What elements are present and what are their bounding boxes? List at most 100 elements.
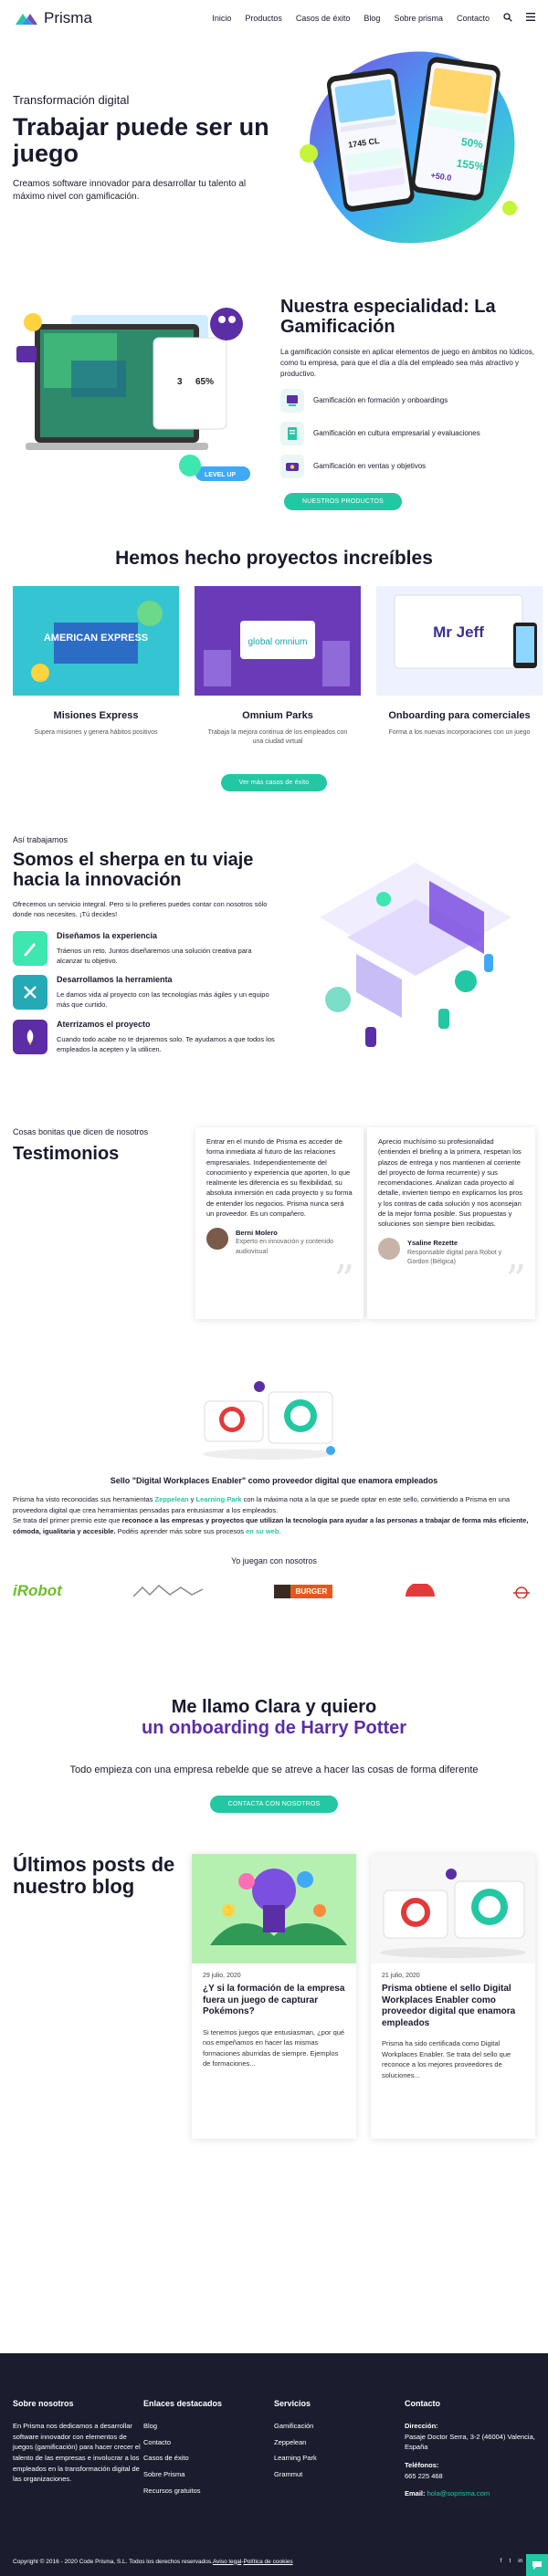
footer-link[interactable]: Grammut (274, 2469, 405, 2480)
seal-text-part: Se trata del primer premio este que (13, 1516, 122, 1525)
pokemon-illustration (192, 1854, 356, 1963)
footer-link[interactable]: Gamificación (274, 2421, 405, 2432)
footer-link[interactable]: Zeppelean (274, 2437, 405, 2448)
search-icon[interactable] (503, 12, 512, 25)
author-role: Experto en innovación y contenido audiov… (236, 1239, 334, 1255)
testimonial-text: Aprecio muchísimo su profesionalidad (en… (378, 1137, 523, 1228)
chat-icon (532, 2561, 542, 2570)
hero-phones-illustration: 1745 CL 50% 155% +50.0 (300, 51, 517, 244)
phone-label: Teléfonos: (405, 2460, 439, 2469)
step-text: Cuando todo acabe no te dejaremos solo. … (57, 1034, 275, 1053)
laptop-game-illustration: 3 65% LEVEL UP (16, 308, 250, 481)
sales-icon (280, 454, 304, 478)
footer-col-contact: Contacto Dirección: Pasaje Doctor Serra,… (405, 2399, 535, 2501)
menu-icon[interactable] (526, 13, 535, 24)
project-cards: AMERICAN EXPRESS Misiones Express Supera… (0, 586, 548, 747)
main-nav: Inicio Productos Casos de éxito Blog Sob… (212, 12, 535, 25)
twitter-icon[interactable]: t (509, 2558, 511, 2565)
zeppelean-link[interactable]: Zeppelean (154, 1495, 188, 1503)
sherpa-step: Aterrizamos el proyecto Cuando todo acab… (13, 1019, 278, 1055)
site-footer: Sobre nosotros En Prisma nos dedicamos a… (0, 2353, 548, 2576)
level-up-banner: LEVEL UP (205, 472, 236, 478)
project-card[interactable]: AMERICAN EXPRESS Misiones Express Supera… (13, 586, 179, 747)
rocket-icon (13, 1019, 47, 1054)
legal-link[interactable]: Aviso legal (213, 2559, 241, 2565)
post-title[interactable]: ¿Y si la formación de la empresa fuera u… (203, 1984, 345, 2018)
footer-link[interactable]: Blog (143, 2421, 274, 2432)
nav-item-sobre[interactable]: Sobre prisma (394, 14, 443, 23)
clients-section: Yo juegan con nosotros iRobot BURGER (0, 1556, 548, 1644)
nav-item-productos[interactable]: Productos (245, 14, 282, 23)
seal-web-link[interactable]: en su web (246, 1527, 279, 1535)
post-title[interactable]: Prisma obtiene el sello Digital Workplac… (382, 1984, 524, 2029)
testimonials-heading: Cosas bonitas que dicen de nosotros Test… (13, 1127, 186, 1165)
project-card[interactable]: Mr Jeff Onboarding para comerciales Form… (376, 586, 543, 747)
footer-col-title: Contacto (405, 2399, 440, 2408)
nav-item-inicio[interactable]: Inicio (212, 14, 231, 23)
art-number-1: 3 (177, 377, 183, 387)
learning-park-link[interactable]: Learning Park (196, 1495, 242, 1503)
project-desc: Trabaja la mejora continua de los emplea… (207, 729, 348, 746)
post-body: 21 julio, 2020 Prisma obtiene el sello D… (371, 1963, 535, 2090)
sherpa-text: Así trabajamos Somos el sherpa en tu via… (13, 835, 278, 1063)
testimonial-card: Entrar en el mundo de Prisma es acceder … (195, 1127, 364, 1319)
tools-icon (13, 975, 47, 1010)
gamification-item: Gamificación en formación y onboardings (280, 388, 536, 413)
testimonial-text: Entrar en el mundo de Prisma es acceder … (206, 1137, 353, 1218)
logo[interactable]: Prisma (13, 8, 92, 28)
seal-text-part: Prisma ha visto reconocidas sus herramie… (13, 1495, 155, 1503)
omnium-logo-text: global omnium (248, 637, 307, 647)
logo-icon (16, 14, 37, 25)
gamification-text: Nuestra especialidad: La Gamificación La… (280, 297, 536, 510)
project-card[interactable]: global omnium Omnium Parks Trabaja la me… (195, 586, 361, 747)
facebook-icon[interactable]: f (501, 2558, 502, 2565)
more-cases-button[interactable]: Ver más casos de éxito (220, 774, 328, 792)
mrjeff-logo-text: Mr Jeff (433, 623, 484, 641)
footer-link[interactable]: Sobre Prisma (143, 2469, 274, 2480)
client-logo-2 (132, 1584, 204, 1597)
testimonials-kicker: Cosas bonitas que dicen de nosotros (13, 1127, 149, 1136)
footer-link[interactable]: Recursos gratuitos (143, 2486, 274, 2497)
linkedin-icon[interactable]: in (518, 2558, 522, 2565)
avatar (206, 1228, 228, 1250)
hero-title: Trabajar puede ser un juego (13, 113, 269, 168)
sherpa-title: Somos el sherpa en tu viaje hacia la inn… (13, 850, 254, 890)
email-link[interactable]: hola@soprisma.com (427, 2489, 490, 2497)
testimonial-author: Ysaline Rezette Responsable digital para… (378, 1238, 524, 1267)
nav-item-blog[interactable]: Blog (364, 14, 380, 23)
blog-post[interactable]: 29 julio, 2020 ¿Y si la formación de la … (192, 1854, 356, 2139)
sherpa-step: Diseñamos la experiencia Tráenos un reto… (13, 930, 278, 967)
clara-section: Me llamo Clara y quiero un onboarding de… (0, 1679, 548, 1852)
seal-text-part: Podéis aprender más sobre sus procesos (115, 1526, 247, 1535)
footer-col-title: Sobre nosotros (13, 2399, 74, 2408)
hero-section: Transformación digital Trabajar puede se… (0, 37, 548, 260)
chat-button[interactable] (526, 2554, 548, 2576)
products-button[interactable]: NUESTROS PRODUCTOS (284, 492, 403, 510)
author-name: Berni Molero (236, 1229, 278, 1237)
step-text: Le damos vida al proyecto con las tecnol… (57, 990, 269, 1010)
gamification-section: 3 65% LEVEL UP Nuestra especialidad: La … (0, 297, 548, 566)
footer-bottom: Copyright © 2016 - 2020 Code Prisma, S.L… (13, 2558, 535, 2565)
footer-col-title: Enlaces destacados (143, 2399, 223, 2408)
email-label: Email: (405, 2489, 427, 2498)
contact-button[interactable]: CONTACTA CON NOSOTROS (209, 1796, 339, 1813)
post-image (192, 1854, 356, 1963)
blog-post[interactable]: 21 julio, 2020 Prisma obtiene el sello D… (371, 1854, 535, 2139)
testimonial-card: Aprecio muchísimo su profesionalidad (en… (367, 1127, 535, 1319)
footer-link[interactable]: Contacto (143, 2437, 274, 2448)
footer-link[interactable]: Learning Park (274, 2453, 405, 2464)
nav-item-casos[interactable]: Casos de éxito (296, 14, 351, 23)
gamification-description: La gamificación consiste en aplicar elem… (280, 347, 534, 378)
quote-icon: ” (333, 1257, 355, 1304)
footer-link[interactable]: Casos de éxito (143, 2453, 274, 2464)
footer-col-links: Enlaces destacados Blog Contacto Casos d… (143, 2399, 274, 2501)
clara-line-2: un onboarding de Harry Potter (141, 1718, 407, 1738)
author-name: Ysaline Rezette (407, 1239, 458, 1248)
gamification-item-label: Gamificación en formación y onboardings (313, 396, 448, 405)
nav-item-contacto[interactable]: Contacto (457, 14, 490, 23)
cookies-link[interactable]: Política de cookies (243, 2559, 292, 2565)
phone-value[interactable]: 665 225 468 (405, 2471, 535, 2482)
clients-title: Yo juegan con nosotros (231, 1556, 317, 1565)
pencil-icon (13, 930, 47, 966)
sherpa-step: Desarrollamos la herramienta Le damos vi… (13, 975, 278, 1011)
